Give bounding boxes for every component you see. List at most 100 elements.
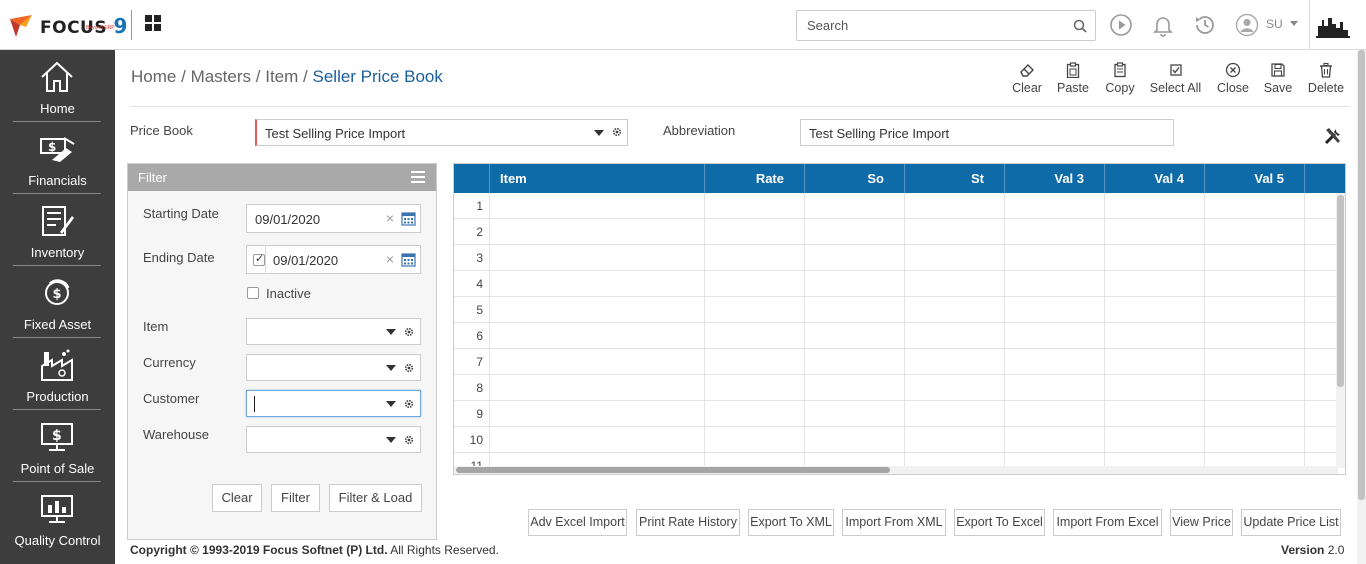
grid-cell[interactable]	[905, 193, 1005, 219]
grid-cell[interactable]	[1105, 193, 1205, 219]
grid-cell[interactable]	[705, 427, 805, 453]
customer-select[interactable]	[246, 390, 421, 417]
table-row[interactable]: 3	[454, 245, 1345, 271]
grid-cell[interactable]	[805, 245, 905, 271]
grid-cell[interactable]	[490, 427, 705, 453]
table-row[interactable]: 7	[454, 349, 1345, 375]
grid-cell[interactable]	[705, 219, 805, 245]
currency-select[interactable]	[246, 354, 421, 381]
grid-cell[interactable]	[1005, 375, 1105, 401]
column-header-so[interactable]: So	[805, 164, 905, 193]
close-toolbar-button[interactable]: Close	[1214, 62, 1252, 95]
column-header-val4[interactable]: Val 4	[1105, 164, 1205, 193]
grid-cell[interactable]	[1205, 349, 1305, 375]
adv-excel-import-button[interactable]: Adv Excel Import	[528, 509, 627, 536]
grid-cell[interactable]	[705, 375, 805, 401]
breadcrumb-item[interactable]: Item	[265, 67, 298, 86]
grid-cell[interactable]	[1105, 219, 1205, 245]
chevron-down-icon[interactable]	[386, 401, 396, 407]
apps-grid-icon[interactable]	[145, 15, 161, 31]
grid-cell[interactable]	[905, 427, 1005, 453]
grid-cell[interactable]	[1005, 427, 1105, 453]
grid-cell[interactable]	[1005, 219, 1105, 245]
grid-cell[interactable]	[1205, 271, 1305, 297]
table-row[interactable]: 6	[454, 323, 1345, 349]
column-header-st[interactable]: St	[905, 164, 1005, 193]
grid-cell[interactable]	[1105, 375, 1205, 401]
grid-cell[interactable]	[1005, 297, 1105, 323]
grid-cell[interactable]	[905, 271, 1005, 297]
grid-cell[interactable]	[490, 349, 705, 375]
grid-cell[interactable]	[1105, 427, 1205, 453]
user-initials[interactable]: SU	[1266, 17, 1283, 31]
grid-cell[interactable]	[705, 401, 805, 427]
gear-icon[interactable]	[404, 363, 414, 373]
table-row[interactable]: 1	[454, 193, 1345, 219]
grid-cell[interactable]	[805, 375, 905, 401]
clear-toolbar-button[interactable]: Clear	[1009, 62, 1045, 95]
grid-cell[interactable]	[490, 245, 705, 271]
page-scrollbar[interactable]	[1357, 50, 1366, 564]
calendar-icon[interactable]	[401, 211, 416, 226]
view-price-button[interactable]: View Price	[1170, 509, 1233, 536]
play-icon[interactable]	[1109, 13, 1133, 37]
item-select[interactable]	[246, 318, 421, 345]
grid-cell[interactable]	[805, 297, 905, 323]
sidebar-item-production[interactable]: Production	[0, 338, 115, 410]
grid-cell[interactable]	[1105, 245, 1205, 271]
column-header-val5[interactable]: Val 5	[1205, 164, 1305, 193]
tools-icon[interactable]	[1323, 126, 1343, 146]
grid-cell[interactable]	[705, 193, 805, 219]
grid-cell[interactable]	[705, 323, 805, 349]
inactive-checkbox[interactable]	[247, 287, 259, 299]
grid-cell[interactable]	[1205, 401, 1305, 427]
search-icon[interactable]	[1073, 19, 1087, 33]
copy-toolbar-button[interactable]: Copy	[1102, 62, 1138, 95]
update-price-list-button[interactable]: Update Price List	[1241, 509, 1341, 536]
grid-cell[interactable]	[490, 193, 705, 219]
grid-cell[interactable]	[490, 401, 705, 427]
filter-and-load-button[interactable]: Filter & Load	[329, 484, 422, 512]
grid-cell[interactable]	[1205, 427, 1305, 453]
grid-cell[interactable]	[490, 323, 705, 349]
grid-cell[interactable]	[705, 297, 805, 323]
column-header-item[interactable]: Item	[490, 164, 705, 193]
user-menu-caret-icon[interactable]	[1290, 21, 1298, 26]
grid-cell[interactable]	[490, 219, 705, 245]
export-to-excel-button[interactable]: Export To Excel	[954, 509, 1045, 536]
abbreviation-input[interactable]: Test Selling Price Import	[800, 119, 1174, 146]
breadcrumb-home[interactable]: Home	[131, 67, 176, 86]
gear-icon[interactable]	[404, 327, 414, 337]
filter-clear-button[interactable]: Clear	[212, 484, 262, 512]
grid-cell[interactable]	[1005, 323, 1105, 349]
sidebar-item-quality-control[interactable]: Quality Control	[0, 482, 115, 554]
table-row[interactable]: 10	[454, 427, 1345, 453]
grid-cell[interactable]	[705, 245, 805, 271]
ending-date-checkbox[interactable]	[253, 252, 265, 266]
filter-button[interactable]: Filter	[271, 484, 320, 512]
sidebar-item-inventory[interactable]: Inventory	[0, 194, 115, 266]
grid-cell[interactable]	[1005, 349, 1105, 375]
grid-cell[interactable]	[905, 323, 1005, 349]
grid-cell[interactable]	[805, 349, 905, 375]
grid-cell[interactable]	[1005, 245, 1105, 271]
grid-cell[interactable]	[490, 271, 705, 297]
search-input[interactable]	[797, 11, 1057, 40]
grid-cell[interactable]	[1105, 401, 1205, 427]
grid-cell[interactable]	[1105, 349, 1205, 375]
clear-x-icon[interactable]: ×	[386, 251, 394, 267]
grid-cell[interactable]	[905, 401, 1005, 427]
grid-cell[interactable]	[805, 271, 905, 297]
table-row[interactable]: 9	[454, 401, 1345, 427]
save-toolbar-button[interactable]: Save	[1261, 62, 1295, 95]
column-header-rate[interactable]: Rate	[705, 164, 805, 193]
grid-cell[interactable]	[490, 297, 705, 323]
grid-cell[interactable]	[805, 323, 905, 349]
sidebar-item-home[interactable]: Home	[0, 50, 115, 122]
grid-cell[interactable]	[1105, 271, 1205, 297]
grid-cell[interactable]	[490, 375, 705, 401]
delete-toolbar-button[interactable]: Delete	[1305, 62, 1347, 95]
warehouse-select[interactable]	[246, 426, 421, 453]
gear-icon[interactable]	[404, 399, 414, 409]
grid-cell[interactable]	[805, 219, 905, 245]
